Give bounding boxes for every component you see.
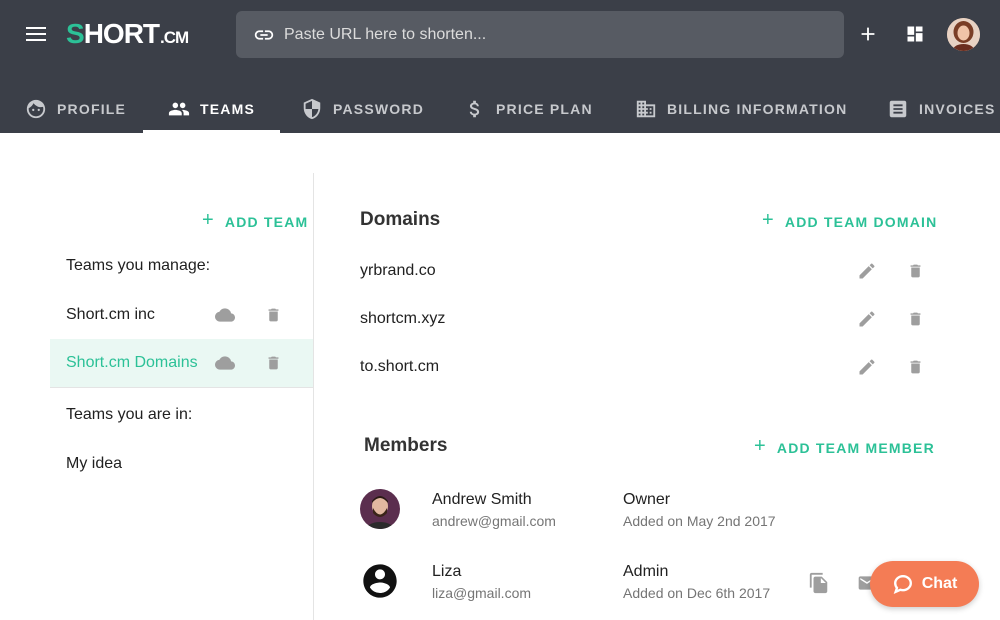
tab-profile[interactable]: PROFILE — [25, 85, 126, 133]
plus-icon: + — [762, 209, 775, 231]
menu-icon[interactable] — [26, 27, 46, 43]
top-app-bar: SHORT.CM PROFILE TEAMS PASSWORD P — [0, 0, 1000, 133]
member-added-date: Added on May 2nd 2017 — [623, 513, 776, 529]
member-role: Owner — [623, 491, 671, 508]
teams-member-heading: Teams you are in: — [66, 406, 193, 423]
plus-icon: + — [202, 209, 215, 231]
teams-panel: + ADD TEAM Teams you manage: Short.cm in… — [50, 173, 314, 620]
trash-icon[interactable] — [265, 353, 282, 373]
domain-row: shortcm.xyz — [360, 296, 940, 344]
tab-billing[interactable]: BILLING INFORMATION — [635, 85, 847, 133]
domain-name: to.short.cm — [360, 358, 440, 375]
add-team-button[interactable]: + ADD TEAM — [202, 209, 309, 232]
link-icon — [254, 29, 274, 40]
domain-row: yrbrand.co — [360, 248, 940, 296]
cloud-icon[interactable] — [212, 305, 238, 325]
domain-row: to.short.cm — [360, 344, 940, 392]
domain-name: yrbrand.co — [360, 262, 436, 279]
edit-icon[interactable] — [857, 309, 877, 329]
tab-price-plan-label: PRICE PLAN — [496, 101, 593, 117]
teams-manage-heading: Teams you manage: — [66, 257, 211, 274]
members-heading: Members — [364, 435, 448, 456]
add-member-label: ADD TEAM MEMBER — [776, 440, 935, 456]
member-email: andrew@gmail.com — [432, 513, 556, 529]
tab-invoices-label: INVOICES — [919, 101, 996, 117]
dollar-icon — [469, 100, 480, 118]
face-icon — [26, 99, 46, 119]
chat-label: Chat — [921, 575, 958, 592]
divider — [50, 387, 313, 388]
tab-password-label: PASSWORD — [333, 101, 425, 117]
member-row: Andrew Smith andrew@gmail.com Owner Adde… — [360, 489, 960, 549]
shield-icon — [303, 98, 321, 120]
dashboard-icon[interactable] — [905, 24, 925, 44]
add-team-domain-button[interactable]: + ADD TEAM DOMAIN — [762, 209, 938, 232]
tab-billing-label: BILLING INFORMATION — [667, 101, 848, 117]
trash-icon[interactable] — [265, 305, 282, 325]
url-shorten-bar[interactable] — [236, 11, 844, 58]
user-avatar[interactable] — [947, 18, 980, 51]
team-row-selected[interactable]: Short.cm Domains — [50, 339, 313, 387]
edit-icon[interactable] — [857, 357, 877, 377]
url-input[interactable] — [284, 25, 824, 44]
building-icon — [636, 100, 656, 118]
copy-icon[interactable] — [808, 571, 830, 595]
team-name: Short.cm inc — [66, 306, 155, 323]
domains-heading: Domains — [360, 209, 441, 230]
edit-icon[interactable] — [857, 261, 877, 281]
team-row[interactable]: My idea — [50, 440, 313, 488]
chat-button[interactable]: Chat — [870, 561, 979, 607]
trash-icon[interactable] — [907, 261, 924, 281]
add-domain-label: ADD TEAM DOMAIN — [784, 214, 938, 230]
tab-teams-label: TEAMS — [200, 101, 255, 117]
team-name: My idea — [66, 455, 123, 472]
member-role: Admin — [623, 563, 669, 580]
team-row[interactable]: Short.cm inc — [50, 291, 313, 339]
domain-name: shortcm.xyz — [360, 310, 446, 327]
trash-icon[interactable] — [907, 309, 924, 329]
add-team-label: ADD TEAM — [224, 214, 309, 230]
chat-bubble-icon — [893, 575, 912, 594]
add-icon[interactable] — [857, 23, 879, 45]
people-icon — [168, 102, 190, 116]
tab-password[interactable]: PASSWORD — [301, 85, 424, 133]
member-avatar — [360, 489, 400, 529]
member-name: Liza — [432, 563, 462, 580]
tab-invoices[interactable]: INVOICES — [887, 85, 996, 133]
member-avatar — [360, 561, 400, 601]
app-logo[interactable]: SHORT.CM — [66, 16, 189, 52]
member-name: Andrew Smith — [432, 491, 532, 508]
member-added-date: Added on Dec 6th 2017 — [623, 585, 771, 601]
cloud-icon[interactable] — [212, 353, 238, 373]
tab-price-plan[interactable]: PRICE PLAN — [464, 85, 593, 133]
receipt-icon — [889, 100, 907, 118]
member-email: liza@gmail.com — [432, 585, 532, 601]
team-name: Short.cm Domains — [66, 354, 198, 371]
plus-icon: + — [754, 435, 767, 457]
tab-profile-label: PROFILE — [57, 101, 127, 117]
trash-icon[interactable] — [907, 357, 924, 377]
add-team-member-button[interactable]: + ADD TEAM MEMBER — [754, 435, 935, 458]
tab-teams[interactable]: TEAMS — [143, 85, 280, 133]
settings-tabs: PROFILE TEAMS PASSWORD PRICE PLAN BILLIN… — [0, 85, 1000, 133]
